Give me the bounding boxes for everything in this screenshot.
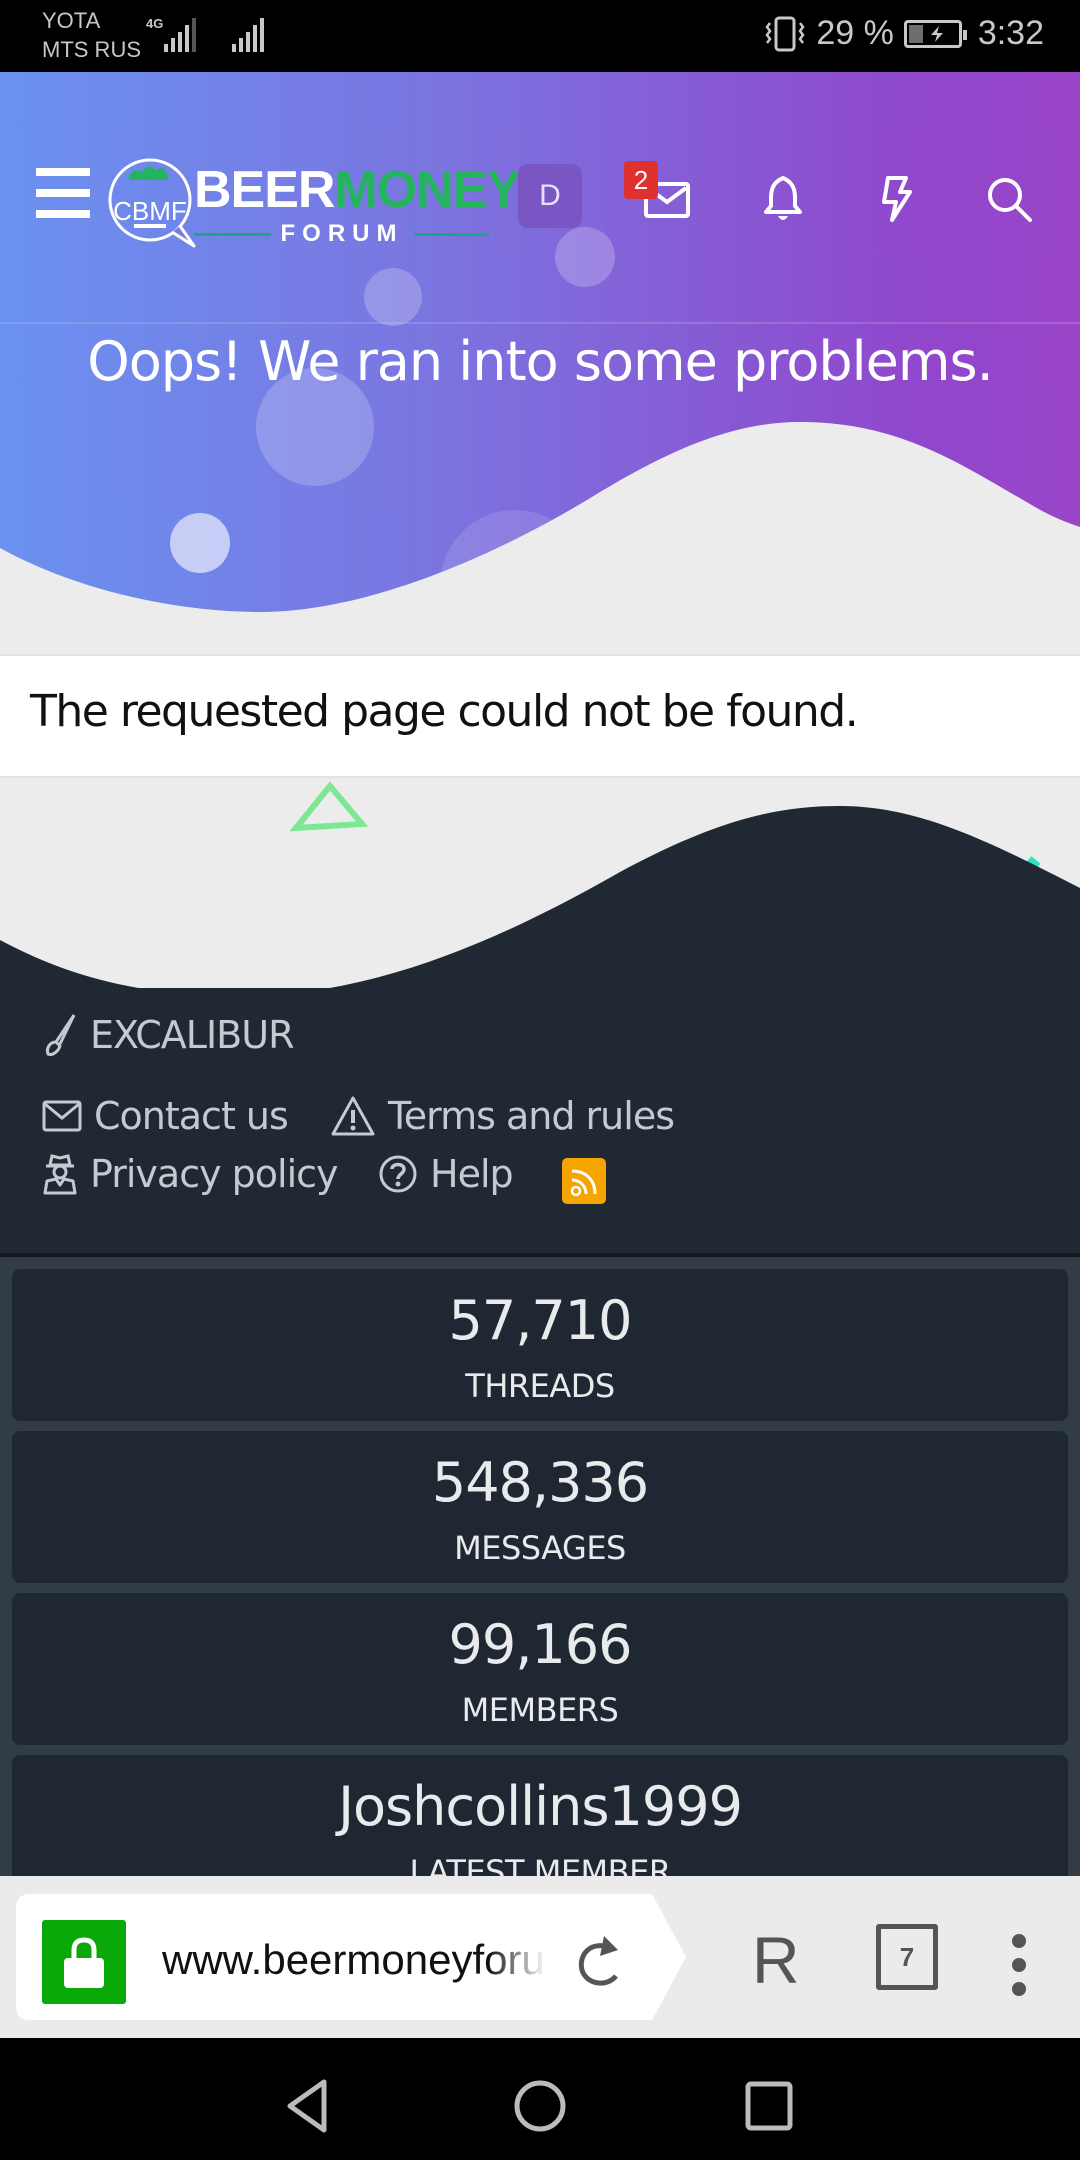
footer-link-terms[interactable]: Terms and rules (330, 1094, 675, 1138)
stat-value: 99,166 (448, 1613, 633, 1676)
stat-value: 57,710 (448, 1289, 633, 1352)
tabs-button[interactable]: 7 (876, 1924, 938, 1990)
rss-icon (570, 1169, 597, 1197)
footer-link-label: Privacy policy (90, 1152, 339, 1196)
url-text[interactable]: www.beermoneyforum.com (162, 1936, 546, 1984)
status-right: 29 % 3:32 (764, 14, 1044, 53)
signal-icon-2 (232, 18, 268, 52)
header-wave (0, 422, 1080, 652)
reload-icon[interactable] (572, 1932, 628, 1992)
battery-percent: 29 % (816, 14, 894, 52)
vibrate-icon (765, 16, 805, 51)
style-chooser-link[interactable]: EXCALIBUR (42, 1012, 294, 1058)
home-icon[interactable] (510, 2078, 570, 2134)
system-nav-bar (0, 2038, 1080, 2160)
footer-link-help[interactable]: Help (378, 1152, 514, 1196)
warning-icon (331, 1096, 375, 1136)
footer-link-label: Contact us (94, 1094, 289, 1138)
error-notice: The requested page could not be found. (0, 654, 1080, 778)
envelope-icon (42, 1100, 82, 1132)
secure-lock-button[interactable] (42, 1920, 126, 2004)
browser-menu-button[interactable] (1012, 1934, 1028, 1996)
stat-messages: 548,336 MESSAGES (12, 1431, 1068, 1583)
carrier-2: MTS RUS (42, 37, 141, 62)
stat-threads: 57,710 THREADS (12, 1269, 1068, 1421)
footer-link-privacy[interactable]: Privacy policy (42, 1152, 339, 1196)
stat-label: THREADS (465, 1367, 615, 1405)
carrier-1: YOTA (42, 8, 101, 33)
stat-value: 548,336 (431, 1451, 649, 1514)
stat-label: MESSAGES (454, 1529, 626, 1567)
clock: 3:32 (977, 14, 1044, 52)
signal-icon-1 (164, 18, 204, 52)
back-icon[interactable] (282, 2078, 334, 2134)
stat-members: 99,166 MEMBERS (12, 1593, 1068, 1745)
error-message: The requested page could not be found. (30, 686, 859, 737)
status-bar: YOTA MTS RUS 4G 29 % 3:32 (0, 0, 1080, 72)
carrier-names: YOTA MTS RUS (42, 6, 141, 64)
style-chooser-label: EXCALIBUR (90, 1013, 294, 1057)
question-circle-icon (379, 1155, 417, 1193)
stat-label: MEMBERS (461, 1691, 619, 1729)
rss-button[interactable] (562, 1158, 606, 1204)
forum-statistics: 57,710 THREADS 548,336 MESSAGES 99,166 M… (0, 1257, 1080, 1907)
site-header: CBMF BEERMONEY FORUM D 2 Oops! We ran in… (0, 72, 1080, 652)
yandex-button[interactable]: Я (752, 1922, 800, 1998)
user-secret-icon (43, 1154, 77, 1195)
footer-link-contact[interactable]: Contact us (42, 1094, 289, 1138)
paintbrush-icon (46, 1014, 76, 1056)
footer-link-label: Terms and rules (388, 1094, 675, 1138)
recents-icon[interactable] (744, 2078, 794, 2134)
footer-link-label: Help (430, 1152, 514, 1196)
lock-icon (64, 1937, 104, 1988)
battery-icon (903, 19, 967, 48)
network-type: 4G (146, 16, 164, 31)
latest-member-link[interactable]: Joshcollins1999 (12, 1775, 1068, 1838)
browser-toolbar: www.beermoneyforum.com Я 7 (0, 1876, 1080, 2038)
